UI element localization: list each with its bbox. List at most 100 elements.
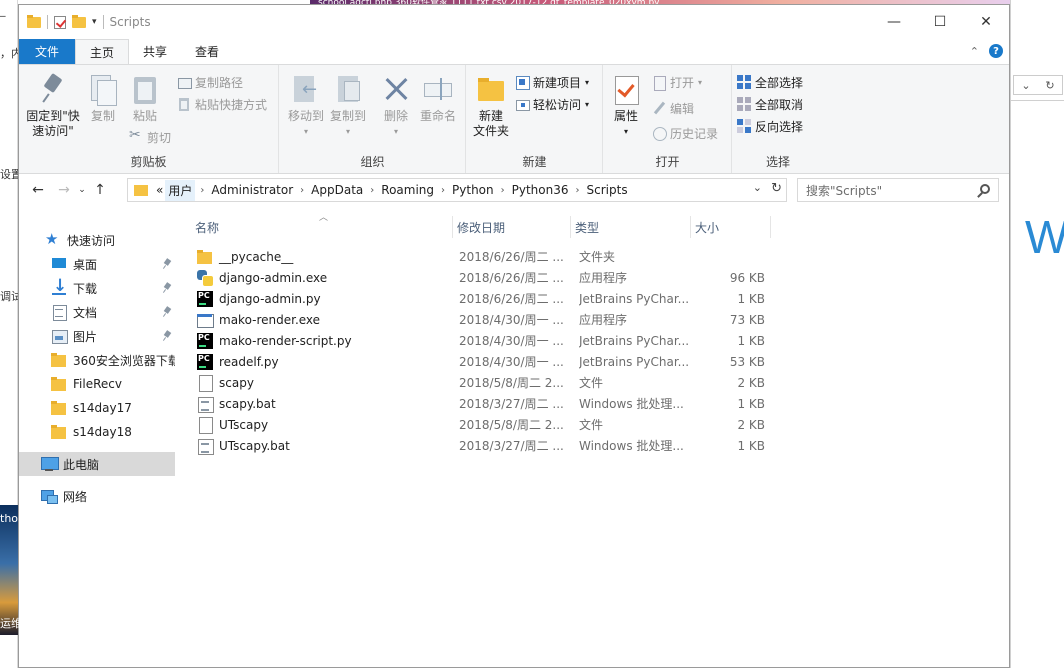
up-button[interactable]: ↑ xyxy=(89,179,111,201)
invert-selection-button[interactable]: 反向选择 xyxy=(737,116,803,136)
close-button[interactable]: ✕ xyxy=(963,5,1009,39)
file-row[interactable]: readelf.py 2018/4/30/周一 ... JetBrains Py… xyxy=(191,351,771,372)
customize-toolbar-dropdown-icon[interactable]: ▾ xyxy=(92,17,97,27)
chevron-right-icon[interactable]: › xyxy=(365,185,379,196)
minimize-button[interactable]: — xyxy=(871,5,917,39)
nav-documents[interactable]: 文档 xyxy=(19,300,175,324)
tab-view[interactable]: 查看 xyxy=(181,39,233,64)
breadcrumb-item[interactable]: AppData xyxy=(309,183,365,197)
refresh-icon[interactable]: ↻ xyxy=(771,181,782,196)
pin-quick-access-button[interactable]: 固定到"快 速访问" xyxy=(25,73,81,139)
nav-s14day17[interactable]: s14day17 xyxy=(19,396,175,420)
collapse-ribbon-icon[interactable]: ⌃ xyxy=(970,45,979,58)
breadcrumb-item[interactable]: Python xyxy=(450,183,496,197)
pin-icon[interactable] xyxy=(163,331,171,340)
copy-path-button[interactable]: 复制路径 xyxy=(177,72,243,92)
properties-icon[interactable] xyxy=(54,15,66,29)
tab-home[interactable]: 主页 xyxy=(75,39,130,64)
copy-to-button[interactable]: 复制到 ▾ xyxy=(328,73,368,139)
nav-s14day18[interactable]: s14day18 xyxy=(19,420,175,444)
breadcrumb-item[interactable]: Roaming xyxy=(379,183,436,197)
file-row[interactable]: mako-render-script.py 2018/4/30/周一 ... J… xyxy=(191,330,771,351)
toolbar-separator xyxy=(47,15,48,29)
open-label: 打开 xyxy=(670,75,695,90)
folder-icon[interactable] xyxy=(27,14,41,28)
file-row[interactable]: UTscapy 2018/5/8/周二 2... 文件 2 KB xyxy=(191,414,771,435)
rename-icon xyxy=(422,73,454,105)
properties-button[interactable]: 属性 ▾ xyxy=(610,73,642,139)
nav-item-label: s14day17 xyxy=(73,401,132,415)
background-dropdown-icon: ⌄ xyxy=(1021,78,1031,92)
select-all-button[interactable]: 全部选择 xyxy=(737,72,803,92)
edit-button[interactable]: 编辑 xyxy=(652,98,694,118)
background-text: 运维 xyxy=(0,617,22,630)
nav-desktop[interactable]: 桌面 xyxy=(19,252,175,276)
file-name: scapy xyxy=(219,375,254,390)
nav-360-downloads[interactable]: 360安全浏览器下载 xyxy=(19,348,175,372)
paste-button[interactable]: 粘贴 xyxy=(127,73,163,124)
pin-icon[interactable] xyxy=(163,259,171,268)
new-group: 新建 文件夹 新建项目 ▾ 轻松访问 ▾ 新建 xyxy=(467,65,603,173)
maximize-button[interactable]: ☐ xyxy=(917,5,963,39)
help-icon[interactable]: ? xyxy=(989,44,1003,58)
new-folder-icon[interactable] xyxy=(72,14,86,28)
pin-quick-access-label: 固定到"快 速访问" xyxy=(26,109,80,138)
nav-item-label: s14day18 xyxy=(73,425,132,439)
file-row[interactable]: __pycache__ 2018/6/26/周二 ... 文件夹 xyxy=(191,246,771,267)
tab-file[interactable]: 文件 xyxy=(19,39,76,64)
breadcrumb-item[interactable]: Scripts xyxy=(585,183,630,197)
back-button[interactable]: ← xyxy=(27,179,49,201)
file-row[interactable]: scapy.bat 2018/3/27/周二 ... Windows 批处理..… xyxy=(191,393,771,414)
column-header-size[interactable]: 大小 xyxy=(691,216,771,238)
file-row[interactable]: scapy 2018/5/8/周二 2... 文件 2 KB xyxy=(191,372,771,393)
cut-button[interactable]: 剪切 xyxy=(129,127,171,147)
copy-button[interactable]: 复制 xyxy=(87,73,119,124)
chevron-right-icon[interactable]: › xyxy=(496,185,510,196)
pin-icon[interactable] xyxy=(163,307,171,316)
move-to-button[interactable]: 移动到 ▾ xyxy=(286,73,326,139)
nav-downloads[interactable]: 下载 xyxy=(19,276,175,300)
file-name-cell: mako-render-script.py xyxy=(197,332,352,349)
chevron-right-icon[interactable]: › xyxy=(571,185,585,196)
nav-quick-access[interactable]: 快速访问 xyxy=(19,228,175,252)
file-name: scapy.bat xyxy=(219,396,276,411)
file-type: Windows 批处理... xyxy=(579,439,684,453)
breadcrumb-item[interactable]: Administrator xyxy=(209,183,295,197)
chevron-right-icon[interactable]: › xyxy=(436,185,450,196)
breadcrumb-overflow[interactable]: « xyxy=(154,183,165,197)
easy-access-button[interactable]: 轻松访问 ▾ xyxy=(515,94,589,114)
column-header-date[interactable]: 修改日期 xyxy=(453,216,571,238)
file-row[interactable]: django-admin.py 2018/6/26/周二 ... JetBrai… xyxy=(191,288,771,309)
file-row[interactable]: UTscapy.bat 2018/3/27/周二 ... Windows 批处理… xyxy=(191,435,771,456)
pin-icon[interactable] xyxy=(163,283,171,292)
file-row[interactable]: mako-render.exe 2018/4/30/周一 ... 应用程序 73… xyxy=(191,309,771,330)
new-folder-button[interactable]: 新建 文件夹 xyxy=(471,73,511,139)
nav-filerecv[interactable]: FileRecv xyxy=(19,372,175,396)
paste-shortcut-button[interactable]: 粘贴快捷方式 xyxy=(177,94,267,114)
ribbon-right-controls: ⌃ ? xyxy=(970,44,1003,58)
forward-button[interactable]: → xyxy=(53,179,75,201)
nav-network[interactable]: 网络 xyxy=(19,484,175,508)
column-header-name[interactable]: 名称 xyxy=(191,216,453,238)
nav-pictures[interactable]: 图片 xyxy=(19,324,175,348)
tab-share[interactable]: 共享 xyxy=(129,39,181,64)
file-date: 2018/4/30/周一 ... xyxy=(459,334,564,348)
recent-locations-dropdown-icon[interactable]: ⌄ xyxy=(75,179,89,201)
address-dropdown-icon[interactable]: ⌄ xyxy=(753,181,762,194)
new-item-button[interactable]: 新建项目 ▾ xyxy=(515,72,589,92)
breadcrumb-item[interactable]: Python36 xyxy=(510,183,571,197)
nav-this-pc[interactable]: 此电脑 xyxy=(19,452,175,476)
address-bar[interactable]: « 用户 › Administrator › AppData › Roaming… xyxy=(127,178,787,202)
chevron-right-icon[interactable]: › xyxy=(295,185,309,196)
select-none-button[interactable]: 全部取消 xyxy=(737,94,803,114)
file-row[interactable]: django-admin.exe 2018/6/26/周二 ... 应用程序 9… xyxy=(191,267,771,288)
chevron-right-icon[interactable]: › xyxy=(195,185,209,196)
column-header-type[interactable]: 类型 xyxy=(571,216,691,238)
rename-button[interactable]: 重命名 xyxy=(418,73,458,124)
search-icon[interactable] xyxy=(980,184,990,194)
search-box[interactable]: 搜索"Scripts" xyxy=(797,178,999,202)
delete-button[interactable]: 删除 ▾ xyxy=(380,73,412,139)
open-button[interactable]: 打开 ▾ xyxy=(652,72,702,92)
history-button[interactable]: 历史记录 xyxy=(652,123,718,143)
breadcrumb-item[interactable]: 用户 xyxy=(165,179,196,201)
